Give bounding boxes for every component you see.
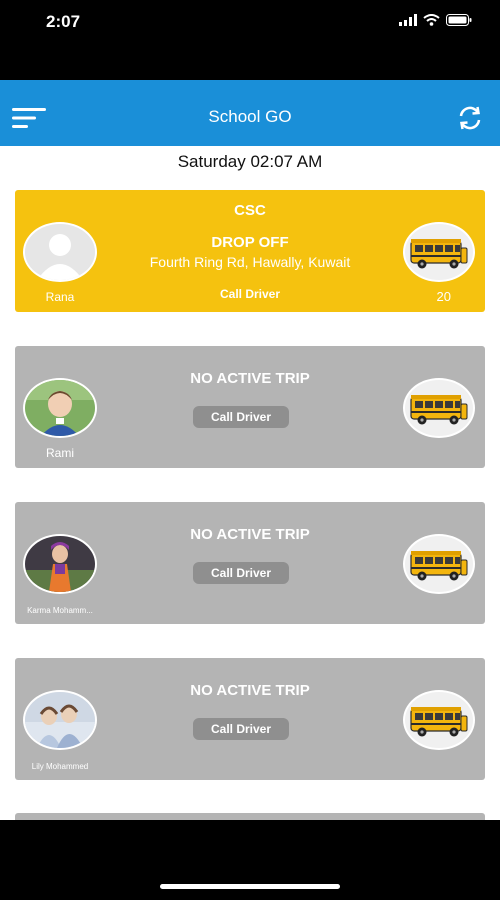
app-content: School GO Saturday 02:07 AM Rana CSC DRO… <box>0 80 500 820</box>
bus-number: 20 <box>436 289 451 304</box>
avatar-placeholder-icon <box>23 222 97 282</box>
signal-icon <box>399 14 417 26</box>
call-driver-button[interactable]: Call Driver <box>193 406 289 428</box>
avatar-photo <box>23 534 97 594</box>
date-label: Saturday 02:07 AM <box>177 152 323 171</box>
avatar-photo <box>23 378 97 438</box>
child-card-lily[interactable]: Lily Mohammed NO ACTIVE TRIP Call Driver <box>15 658 485 780</box>
child-name: Rami <box>45 446 74 460</box>
call-driver-button[interactable]: Call Driver <box>193 562 289 584</box>
navbar: School GO <box>0 80 500 146</box>
status-icons <box>399 14 472 26</box>
school-bus-icon <box>403 534 475 594</box>
refresh-icon[interactable] <box>456 104 484 132</box>
school-bus-icon <box>403 690 475 750</box>
status-bar: 2:07 <box>0 0 500 80</box>
call-driver-button[interactable]: Call Driver <box>15 287 485 301</box>
avatar-photo <box>23 690 97 750</box>
child-name: Karma Mohamm... <box>27 606 93 615</box>
child-name: Lily Mohammed <box>31 762 89 771</box>
child-card-karma[interactable]: Karma Mohamm... NO ACTIVE TRIP Call Driv… <box>15 502 485 624</box>
next-card-peek[interactable] <box>15 813 485 820</box>
notch <box>125 0 375 32</box>
child-card-rami[interactable]: Rami NO ACTIVE TRIP Call Driver <box>15 346 485 468</box>
wifi-icon <box>423 14 440 26</box>
battery-icon <box>446 14 472 26</box>
page-title: School GO <box>208 107 292 126</box>
status-time: 2:07 <box>46 12 81 31</box>
school-name: CSC <box>234 202 266 219</box>
call-driver-button[interactable]: Call Driver <box>193 718 289 740</box>
school-bus-icon <box>403 222 475 282</box>
child-card-rana[interactable]: Rana CSC DROP OFF Fourth Ring Rd, Hawall… <box>15 190 485 312</box>
home-indicator[interactable] <box>160 884 340 889</box>
school-bus-icon <box>403 378 475 438</box>
